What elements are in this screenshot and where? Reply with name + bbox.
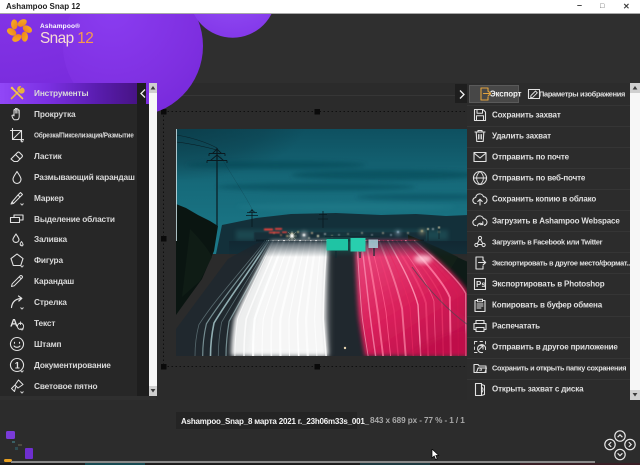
svg-text:1: 1 (15, 360, 20, 370)
svg-text:A: A (10, 317, 18, 329)
svg-text:Ps: Ps (476, 280, 486, 289)
